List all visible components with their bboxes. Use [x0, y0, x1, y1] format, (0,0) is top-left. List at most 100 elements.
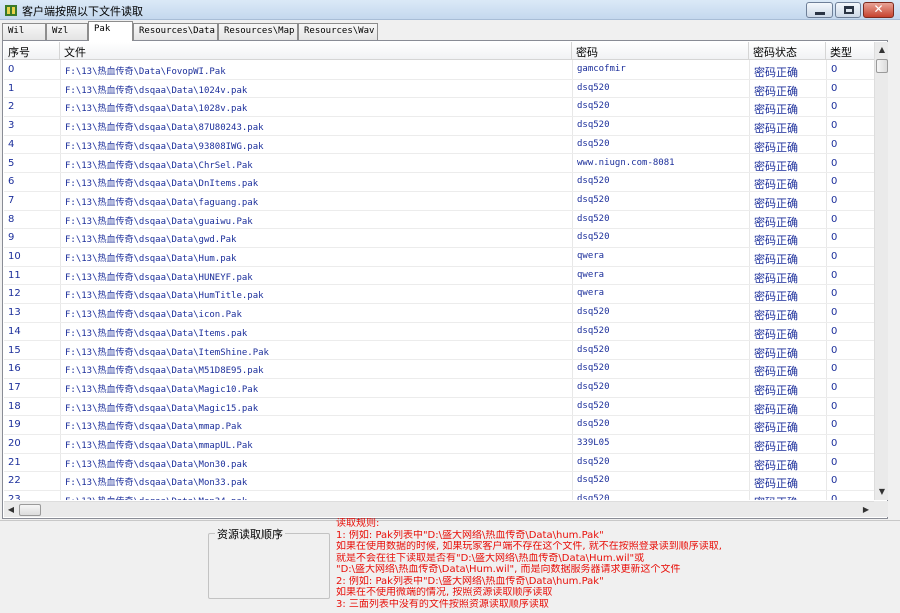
tab-resources-data[interactable]: Resources\Data: [133, 23, 218, 40]
tab-resources-map[interactable]: Resources\Map: [218, 23, 298, 40]
table-row[interactable]: 15 F:\13\热血传奇\dsqaa\Data\ItemShine.Pak dsq…: [4, 342, 874, 361]
vertical-scroll-thumb[interactable]: [876, 59, 888, 73]
row-index: 12: [8, 288, 21, 300]
row-password-status: 密码正确: [754, 159, 798, 173]
row-password-status: 密码正确: [754, 290, 798, 304]
table-row[interactable]: 11 F:\13\热血传奇\dsqaa\Data\HUNEYF.pak qwera 密…: [4, 267, 874, 286]
row-password: dsq520: [577, 475, 610, 486]
row-password-status: 密码正确: [754, 327, 798, 341]
row-password: dsq520: [577, 120, 610, 131]
maximize-button[interactable]: [835, 2, 861, 18]
row-type: 0: [831, 494, 838, 500]
header-password[interactable]: 密码: [572, 42, 749, 60]
row-type: 0: [831, 82, 838, 94]
row-index: 14: [8, 325, 21, 337]
row-password-status: 密码正确: [754, 402, 798, 416]
title-bar: 客户端按照以下文件读取 ✕: [0, 0, 900, 20]
row-file-path: F:\13\热血传奇\dsqaa\Data\Items.pak: [65, 328, 248, 339]
row-password-status: 密码正确: [754, 271, 798, 285]
row-index: 23: [8, 494, 21, 500]
row-type: 0: [831, 288, 838, 300]
rule-line: 2: 例如: Pak列表中"D:\盛大网络\热血传奇\Data\hum.Pak": [336, 575, 604, 587]
row-password: dsq520: [577, 344, 610, 355]
scroll-left-icon[interactable]: ◀: [4, 503, 18, 517]
table-row[interactable]: 19 F:\13\热血传奇\dsqaa\Data\mmap.Pak dsq520 密码…: [4, 416, 874, 435]
header-password-status[interactable]: 密码状态: [749, 42, 826, 60]
table-row[interactable]: 12 F:\13\热血传奇\dsqaa\Data\HumTitle.pak qwer…: [4, 285, 874, 305]
scroll-right-icon[interactable]: ▶: [859, 503, 873, 517]
row-file-path: F:\13\热血传奇\dsqaa\Data\faguang.pak: [65, 197, 259, 208]
table-row[interactable]: 4 F:\13\热血传奇\dsqaa\Data\93808IWG.pak dsq52…: [4, 136, 874, 155]
row-password: dsq520: [577, 400, 610, 411]
row-index: 2: [8, 101, 15, 113]
row-file-path: F:\13\热血传奇\dsqaa\Data\guaiwu.Pak: [65, 216, 253, 227]
row-type: 0: [831, 120, 838, 132]
tab-wil[interactable]: Wil: [2, 23, 46, 40]
table-row[interactable]: 17 F:\13\热血传奇\dsqaa\Data\Magic10.Pak dsq52…: [4, 379, 874, 398]
horizontal-scrollbar[interactable]: ◀ ▶: [4, 501, 874, 517]
row-password: dsq520: [577, 101, 610, 112]
rule-line: 1: 例如: Pak列表中"D:\盛大网络\热血传奇\Data\hum.Pak": [336, 529, 604, 541]
row-type: 0: [831, 176, 838, 188]
table-row[interactable]: 6 F:\13\热血传奇\dsqaa\Data\DnItems.pak dsq520…: [4, 173, 874, 192]
table-row[interactable]: 13 F:\13\热血传奇\dsqaa\Data\icon.Pak dsq520 密码…: [4, 304, 874, 323]
tab-pak[interactable]: Pak: [88, 21, 133, 41]
row-password-status: 密码正确: [754, 66, 798, 79]
minimize-button[interactable]: [806, 2, 833, 18]
tab-strip: Wil Wzl Pak Resources\Data Resources\Map…: [0, 21, 900, 41]
table-row[interactable]: 2 F:\13\热血传奇\dsqaa\Data\1028v.pak dsq520 密码…: [4, 98, 874, 118]
row-type: 0: [831, 101, 838, 113]
row-file-path: F:\13\热血传奇\dsqaa\Data\Hum.pak: [65, 254, 237, 264]
rule-line: 3: 三面列表中没有的文件按照资源读取顺序读取: [336, 598, 549, 610]
row-type: 0: [831, 363, 838, 375]
row-index: 4: [8, 138, 15, 150]
row-password: dsq520: [577, 494, 610, 500]
table-row[interactable]: 21 F:\13\热血传奇\dsqaa\Data\Mon30.pak dsq520 密…: [4, 454, 874, 473]
table-row[interactable]: 3 F:\13\热血传奇\dsqaa\Data\87U80243.pak dsq52…: [4, 117, 874, 136]
table-row[interactable]: 7 F:\13\热血传奇\dsqaa\Data\faguang.pak dsq520…: [4, 192, 874, 211]
scroll-down-icon[interactable]: ▼: [875, 485, 889, 499]
row-password: dsq520: [577, 232, 610, 243]
vertical-scrollbar[interactable]: ▲ ▼: [874, 42, 888, 500]
rule-line: "D:\盛大网络\热血传奇\Data\Hum.wil", 而是向数据服务器请求更…: [336, 564, 681, 575]
row-password: dsq520: [577, 82, 610, 93]
close-button[interactable]: ✕: [863, 2, 894, 18]
row-type: 0: [831, 456, 838, 468]
table-row[interactable]: 8 F:\13\热血传奇\dsqaa\Data\guaiwu.Pak dsq520 密…: [4, 211, 874, 230]
row-password: dsq520: [577, 138, 610, 149]
header-file[interactable]: 文件: [60, 42, 572, 60]
row-index: 22: [8, 475, 21, 487]
row-password-status: 密码正确: [754, 103, 798, 117]
header-type[interactable]: 类型: [826, 42, 874, 60]
table-row[interactable]: 0 F:\13\热血传奇\Data\FovopWI.Pak gamcofmir 密码正…: [4, 61, 874, 80]
table-row[interactable]: 9 F:\13\热血传奇\dsqaa\Data\gwd.Pak dsq520 密码正确…: [4, 229, 874, 248]
row-type: 0: [831, 213, 838, 225]
tab-resources-wav[interactable]: Resources\Wav: [298, 23, 378, 40]
row-password: qwera: [577, 269, 605, 280]
table-row[interactable]: 10 F:\13\热血传奇\dsqaa\Data\Hum.pak qwera 密码正确…: [4, 248, 874, 267]
row-file-path: F:\13\热血传奇\dsqaa\Data\HUNEYF.pak: [65, 272, 253, 283]
table-header: 序号 文件 密码 密码状态 类型: [4, 42, 874, 60]
scroll-up-icon[interactable]: ▲: [875, 43, 889, 57]
row-index: 3: [8, 120, 15, 132]
row-password: www.niugn.com-8081: [577, 157, 675, 168]
row-type: 0: [831, 157, 838, 169]
table-row[interactable]: 14 F:\13\热血传奇\dsqaa\Data\Items.pak dsq520 密…: [4, 323, 874, 342]
header-index[interactable]: 序号: [4, 42, 60, 60]
table-row[interactable]: 18 F:\13\热血传奇\dsqaa\Data\Magic15.pak dsq52…: [4, 398, 874, 417]
table-row[interactable]: 5 F:\13\热血传奇\dsqaa\Data\ChrSel.Pak www.niu…: [4, 155, 874, 174]
row-index: 5: [8, 157, 15, 169]
table-row[interactable]: 22 F:\13\热血传奇\dsqaa\Data\Mon33.pak dsq520 密…: [4, 472, 874, 492]
horizontal-scroll-thumb[interactable]: [19, 504, 41, 516]
table-row[interactable]: 23 F:\13\热血传奇\dsqaa\Data\Mon34.pak dsq520 密…: [4, 491, 874, 500]
table-row[interactable]: 16 F:\13\热血传奇\dsqaa\Data\M51D8E95.pak dsq5…: [4, 360, 874, 379]
row-file-path: F:\13\热血传奇\dsqaa\Data\1028v.pak: [65, 104, 248, 115]
row-password-status: 密码正确: [750, 491, 826, 500]
row-password-status: 密码正确: [754, 458, 798, 472]
table-row[interactable]: 20 F:\13\热血传奇\dsqaa\Data\mmapUL.Pak 339L05…: [4, 435, 874, 454]
row-index: 21: [8, 456, 21, 468]
table-row[interactable]: 1 F:\13\热血传奇\dsqaa\Data\1024v.pak dsq520 密码…: [4, 80, 874, 99]
row-file-path: F:\13\热血传奇\dsqaa\Data\Mon34.pak: [61, 491, 571, 500]
tab-wzl[interactable]: Wzl: [46, 23, 88, 40]
row-index: 0: [8, 64, 15, 75]
